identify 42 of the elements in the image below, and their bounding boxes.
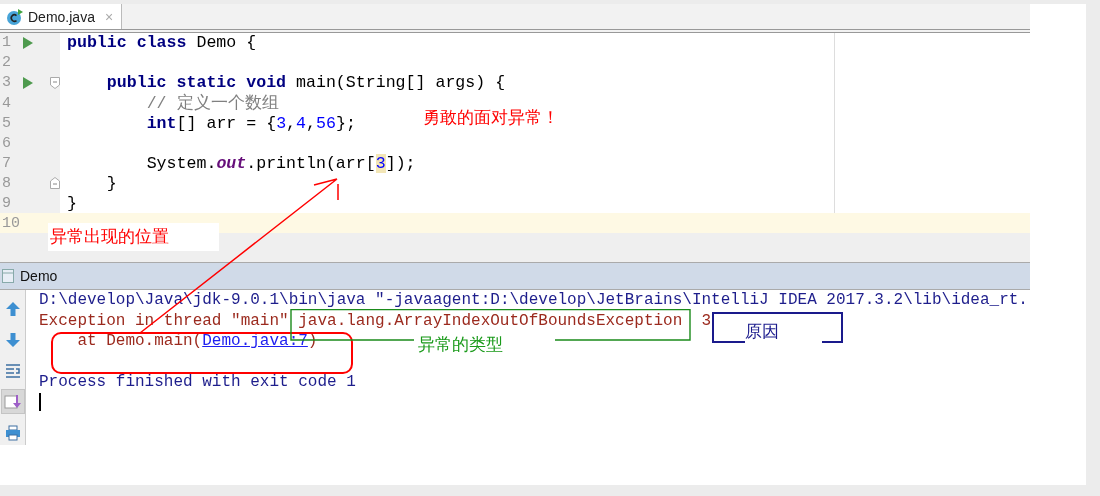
window-icon xyxy=(2,269,14,283)
code-line: public static void main(String[] args) { xyxy=(105,73,506,93)
run-icon[interactable] xyxy=(23,76,34,89)
console-text: java.lang.ArrayIndexOutOfBoundsException xyxy=(298,312,683,329)
fold-marker-icon[interactable] xyxy=(50,76,60,89)
code-line: } xyxy=(105,173,117,193)
line-number: 2 xyxy=(1,54,12,72)
down-arrow-icon xyxy=(4,331,21,348)
up-arrow-icon xyxy=(4,300,21,317)
annotation-text: 异常出现的位置 xyxy=(48,223,219,251)
class-file-icon xyxy=(6,7,24,26)
fold-marker-icon[interactable] xyxy=(50,177,60,190)
scroll-to-end-icon xyxy=(3,393,22,410)
console-text: Process finished with exit code 1 xyxy=(39,373,356,390)
line-number: 9 xyxy=(1,194,12,212)
console-text: ) xyxy=(307,332,318,349)
code-line: int[] arr = {3,4,56}; xyxy=(145,113,356,133)
source-link[interactable]: Demo.java:7 xyxy=(202,332,308,349)
code-line: System.out.println(arr[3]); xyxy=(145,153,416,173)
code-line: public class Demo { xyxy=(66,33,257,53)
file-tab[interactable]: Demo.java × xyxy=(0,4,123,29)
toolbar-button[interactable] xyxy=(0,389,25,414)
line-number: 10 xyxy=(1,214,21,232)
line-number: 4 xyxy=(1,94,12,112)
console-text: Exception in thread "main" xyxy=(39,312,289,329)
console-text: at Demo.main( xyxy=(77,332,203,349)
code-line: } xyxy=(66,193,77,213)
line-number: 6 xyxy=(1,134,12,152)
annotation-text: 异常的类型 xyxy=(418,334,503,356)
line-number: 5 xyxy=(1,114,12,132)
line-number: 1 xyxy=(1,34,12,52)
annotation-text: 原因 xyxy=(745,321,779,343)
code-line: // 定义一个数组 xyxy=(145,92,279,115)
line-number: 7 xyxy=(1,154,12,172)
run-panel-title: Demo xyxy=(20,268,58,284)
run-icon[interactable] xyxy=(23,37,34,49)
line-number: 8 xyxy=(1,174,12,192)
console-text: 3 xyxy=(701,312,712,329)
print-icon xyxy=(4,424,21,441)
annotation-text: 勇敢的面对异常！ xyxy=(423,107,559,129)
line-number: 3 xyxy=(1,74,12,92)
soft-wrap-icon xyxy=(4,362,21,379)
